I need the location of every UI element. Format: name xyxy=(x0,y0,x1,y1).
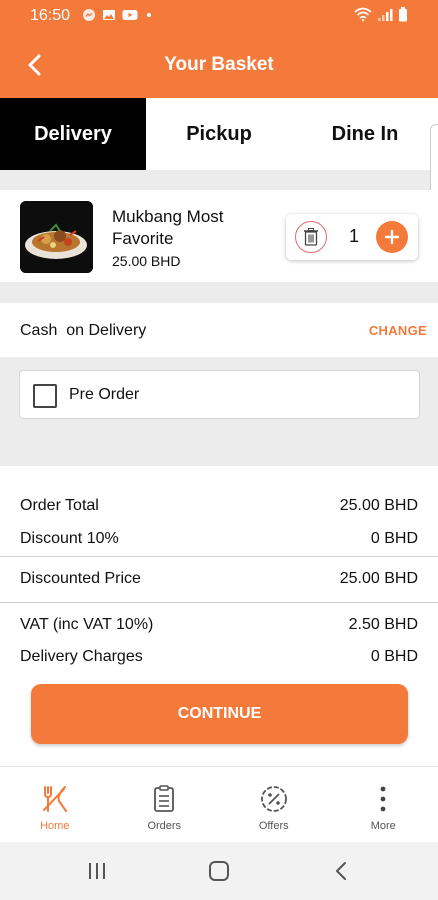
order-total-value: 25.00 BHD xyxy=(339,497,418,514)
tab-dine-in[interactable]: Dine In xyxy=(292,98,438,170)
clipboard-icon xyxy=(154,785,175,812)
discounted-price-row: Discounted Price 25.00 BHD xyxy=(0,564,438,594)
item-name: Mukbang Most Favorite xyxy=(112,207,224,248)
vat-label: VAT (inc VAT 10%) xyxy=(20,616,154,633)
preorder-checkbox[interactable] xyxy=(33,384,57,408)
recent-apps-button[interactable] xyxy=(85,859,109,883)
divider xyxy=(0,556,438,557)
divider xyxy=(0,602,438,603)
nav-home-label: Home xyxy=(40,820,70,832)
discount-label: Discount 10% xyxy=(20,530,119,547)
plus-icon xyxy=(384,229,400,245)
fork-knife-icon xyxy=(42,786,67,812)
order-total-label: Order Total xyxy=(20,497,99,514)
more-vertical-icon xyxy=(380,786,386,812)
delivery-charges-value: 0 BHD xyxy=(370,648,418,665)
nav-offers-label: Offers xyxy=(258,820,289,832)
system-back-button[interactable] xyxy=(330,859,354,883)
preorder-section: Pre Order xyxy=(0,357,438,444)
messenger-icon xyxy=(82,8,96,22)
payment-method-row: Cash on Delivery CHANGE xyxy=(0,303,438,357)
wifi-icon xyxy=(354,7,372,26)
percent-badge-icon xyxy=(260,786,287,812)
quantity-value: 1 xyxy=(348,226,359,246)
continue-button[interactable]: CONTINUE xyxy=(31,684,408,744)
order-total-row: Order Total 25.00 BHD xyxy=(0,491,438,521)
dot-icon xyxy=(142,8,156,22)
app-bar: Your Basket xyxy=(0,32,438,98)
discount-value: 0 BHD xyxy=(370,530,418,547)
delivery-charges-row: Delivery Charges 0 BHD xyxy=(0,642,438,672)
item-price: 25.00 BHD xyxy=(112,253,181,269)
nav-more[interactable]: More xyxy=(329,767,438,843)
bottom-navigation: Home Orders Offers More xyxy=(0,766,438,842)
status-bar: 16:50 xyxy=(0,0,438,32)
preorder-option[interactable]: Pre Order xyxy=(19,370,420,419)
nav-more-label: More xyxy=(370,820,396,832)
youtube-icon xyxy=(122,8,138,22)
tab-delivery[interactable]: Delivery xyxy=(0,98,146,170)
order-type-tabs: Delivery Pickup Dine In xyxy=(0,98,438,170)
payment-method: Cash on Delivery xyxy=(20,322,147,339)
home-square-icon xyxy=(209,861,229,881)
nav-home[interactable]: Home xyxy=(0,767,110,843)
nav-orders[interactable]: Orders xyxy=(110,767,220,843)
recent-apps-icon xyxy=(89,863,105,879)
discount-row: Discount 10% 0 BHD xyxy=(0,524,438,554)
remove-item-button[interactable] xyxy=(295,221,327,253)
gallery-icon xyxy=(102,8,116,22)
delivery-charges-label: Delivery Charges xyxy=(20,648,143,665)
signal-icon xyxy=(377,8,393,26)
discounted-price-label: Discounted Price xyxy=(20,570,141,587)
discounted-price-value: 25.00 BHD xyxy=(339,570,418,587)
increase-quantity-button[interactable] xyxy=(376,221,408,253)
page-title: Your Basket xyxy=(164,54,274,75)
nav-orders-label: Orders xyxy=(147,820,182,832)
tab-pickup[interactable]: Pickup xyxy=(146,98,292,170)
change-payment-button[interactable]: CHANGE xyxy=(369,323,427,338)
trash-icon xyxy=(304,228,318,246)
chevron-left-icon xyxy=(336,862,346,880)
item-image xyxy=(20,201,93,273)
system-navigation-bar xyxy=(0,842,438,900)
status-time: 16:50 xyxy=(30,7,71,24)
nav-offers[interactable]: Offers xyxy=(219,767,329,843)
vat-value: 2.50 BHD xyxy=(348,616,418,633)
home-button[interactable] xyxy=(207,859,231,883)
preorder-label: Pre Order xyxy=(69,386,140,403)
basket-item: Mukbang Most Favorite 25.00 BHD 1 xyxy=(0,190,438,282)
vat-row: VAT (inc VAT 10%) 2.50 BHD xyxy=(0,610,438,640)
battery-icon xyxy=(398,7,408,26)
quantity-stepper: 1 xyxy=(286,214,418,260)
